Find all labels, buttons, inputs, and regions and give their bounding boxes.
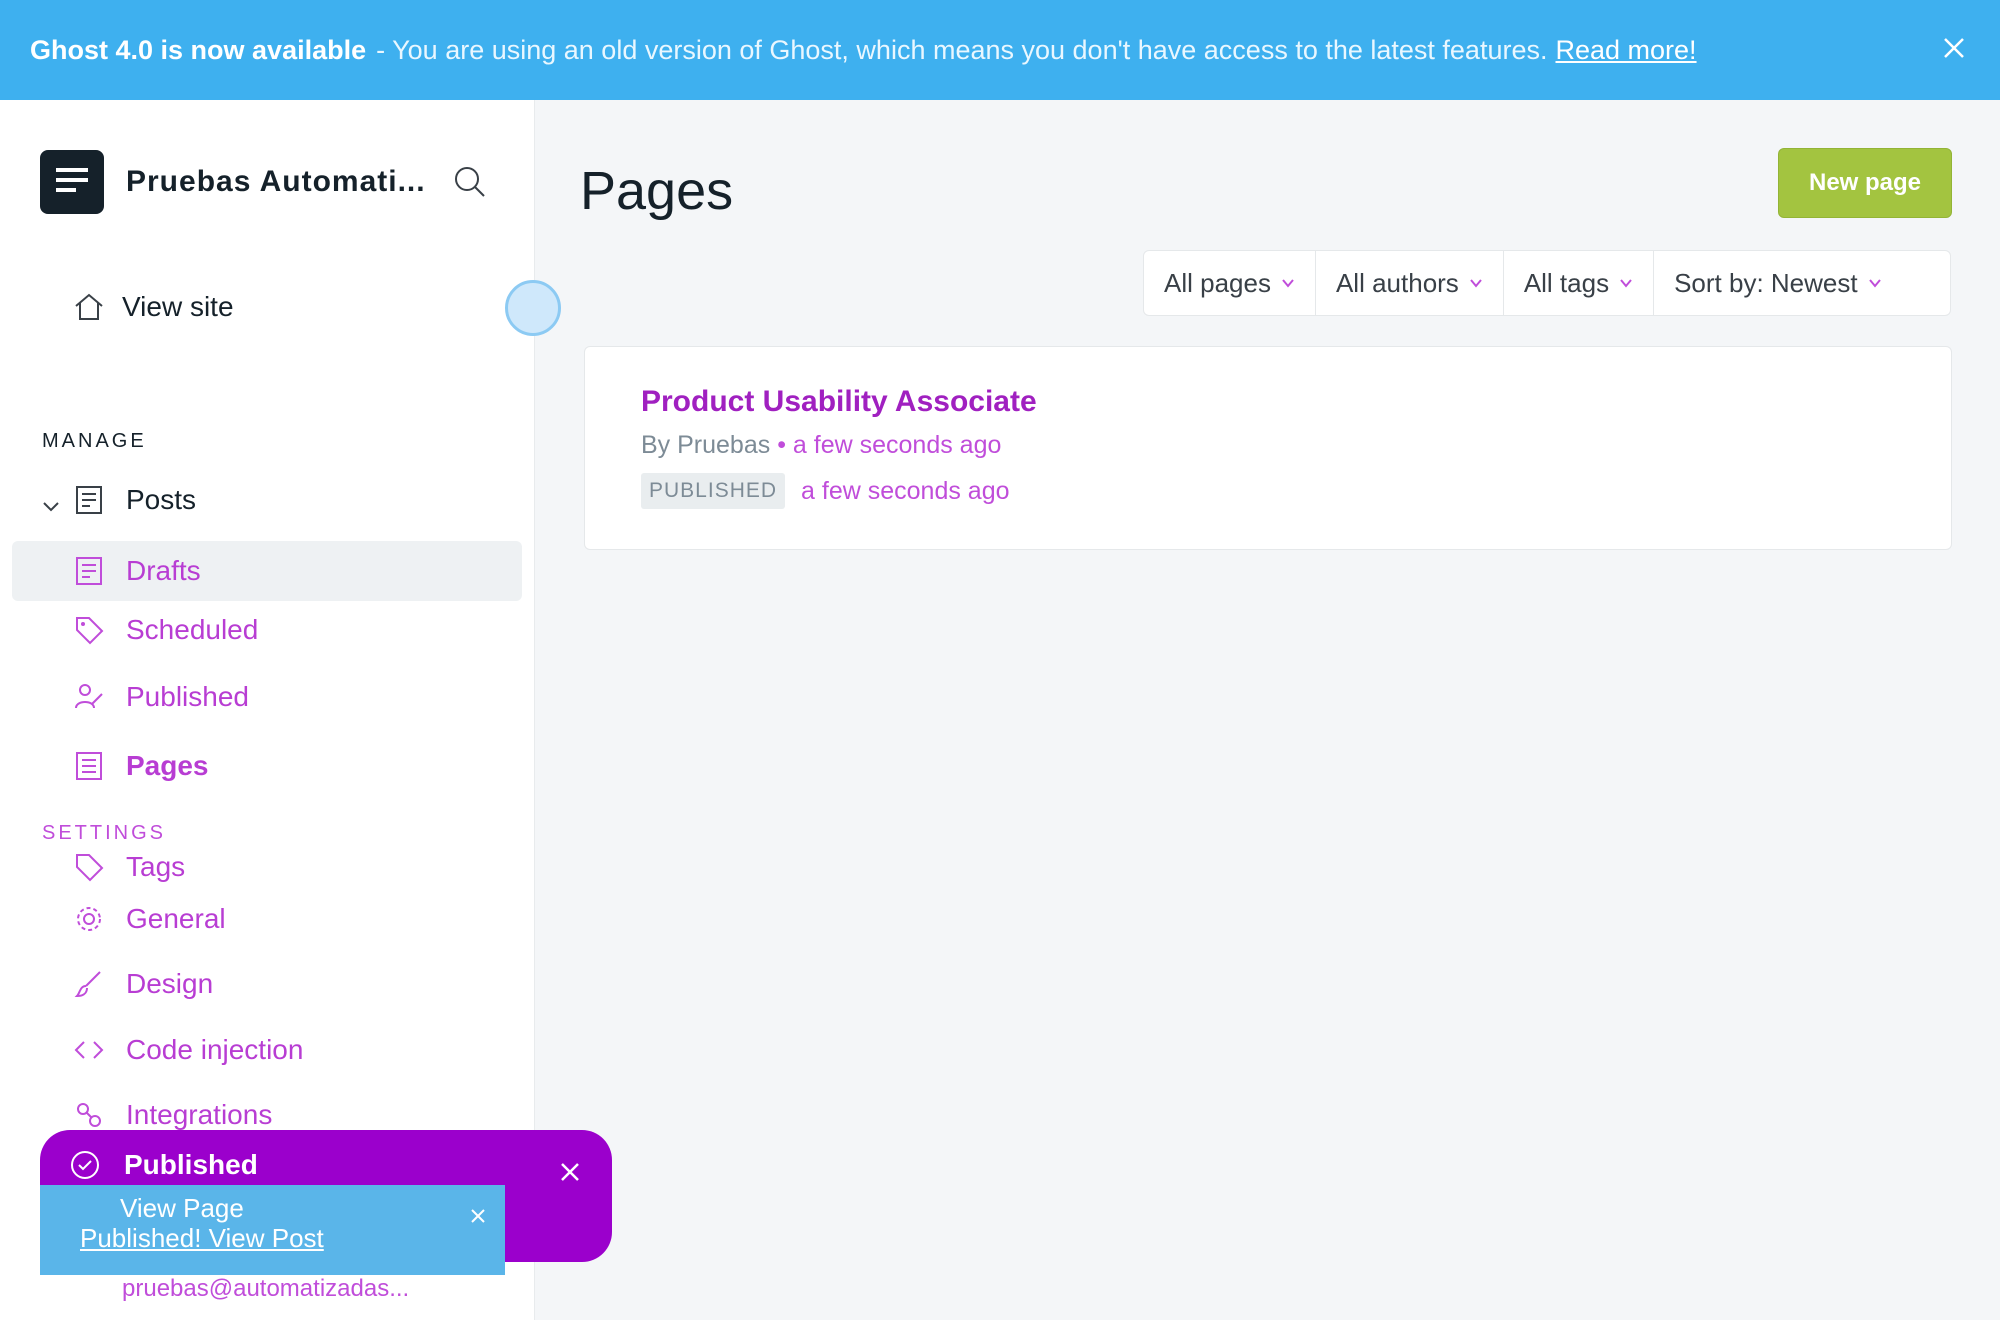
page-item-time: a few seconds ago: [792, 431, 1002, 459]
sidebar-item-tags[interactable]: Tags: [72, 845, 185, 889]
tag-icon: [72, 613, 106, 647]
banner-message: - You are using an old version of Ghost,…: [376, 34, 1548, 65]
sidebar-item-label: Design: [126, 968, 214, 999]
toast-header: Published: [68, 1148, 258, 1182]
page-title: Pages: [580, 161, 734, 221]
chevron-down-icon: [1620, 279, 1632, 288]
sidebar-item-pages[interactable]: Pages: [72, 744, 209, 788]
meta-separator: •: [777, 431, 786, 459]
sidebar-item-label: Scheduled: [126, 614, 259, 645]
banner-close-icon[interactable]: [1936, 30, 1972, 66]
toast-close-icon[interactable]: [558, 1160, 582, 1184]
sort-dropdown[interactable]: Sort by: Newest: [1654, 251, 1902, 315]
chevron-down-icon: [1868, 279, 1881, 288]
page-item-status: PUBLISHED a few seconds ago: [641, 473, 1010, 509]
pages-icon: [72, 749, 106, 783]
banner-read-more-link[interactable]: Read more!: [1555, 35, 1696, 66]
view-post-link[interactable]: Published! View Post: [80, 1223, 324, 1254]
view-site-label: View site: [122, 291, 234, 322]
page-item-author: By Pruebas: [641, 431, 771, 459]
new-page-button[interactable]: New page: [1778, 148, 1952, 218]
sidebar-item-label: Drafts: [126, 555, 201, 586]
home-icon: [72, 290, 106, 324]
toast-title: Published: [124, 1149, 258, 1180]
filter-label: All tags: [1523, 267, 1610, 298]
manage-section-label: MANAGE: [42, 430, 147, 452]
filter-author-dropdown[interactable]: All authors: [1316, 251, 1504, 315]
banner-title: Ghost 4.0 is now available: [30, 34, 367, 65]
sidebar-item-label: Pages: [126, 750, 209, 781]
sidebar-item-drafts[interactable]: Drafts: [12, 541, 522, 601]
sidebar-item-label: General: [126, 903, 226, 934]
filter-type-dropdown[interactable]: All pages: [1144, 251, 1316, 315]
integrations-icon: [72, 1098, 106, 1132]
brush-icon: [72, 967, 106, 1001]
filter-tag-dropdown[interactable]: All tags: [1504, 251, 1655, 315]
sidebar-item-label: Integrations: [126, 1099, 273, 1130]
filter-bar: All pages All authors All tags Sort by: …: [1143, 250, 1951, 316]
list-item[interactable]: Product Usability Associate By Pruebas •…: [584, 346, 1952, 550]
sidebar-item-label: Code injection: [126, 1034, 304, 1065]
code-icon: [72, 1033, 106, 1067]
search-icon[interactable]: [450, 162, 490, 202]
published-notification: View Page Published! View Post: [40, 1185, 505, 1275]
chevron-down-icon[interactable]: [40, 495, 62, 517]
filter-label: All pages: [1164, 267, 1271, 298]
posts-icon: [72, 483, 106, 517]
blog-header[interactable]: Pruebas Automati...: [40, 150, 500, 214]
blog-title: Pruebas Automati...: [126, 165, 426, 198]
sidebar-item-label: Posts: [126, 484, 197, 515]
upgrade-banner: Ghost 4.0 is now available - You are usi…: [0, 0, 2000, 100]
filter-label: Sort by: Newest: [1674, 267, 1858, 298]
sidebar-item-design[interactable]: Design: [72, 962, 213, 1006]
filter-label: All authors: [1335, 267, 1459, 298]
view-site-link[interactable]: View site: [72, 290, 234, 324]
sidebar-item-posts[interactable]: Posts: [72, 478, 196, 522]
tag-icon: [72, 850, 106, 884]
globe-icon[interactable]: [505, 280, 561, 336]
gear-icon: [72, 902, 106, 936]
page-item-title[interactable]: Product Usability Associate: [641, 385, 1037, 419]
sidebar-item-general[interactable]: General: [72, 897, 226, 941]
notification-text: View Page: [120, 1193, 244, 1223]
settings-section-label: SETTINGS: [42, 822, 167, 844]
staff-icon: [72, 680, 106, 714]
sidebar-item-code-injection[interactable]: Code injection: [72, 1028, 303, 1072]
status-badge: PUBLISHED: [641, 473, 786, 509]
blog-logo: [40, 150, 104, 214]
sidebar-item-label: Tags: [126, 851, 186, 882]
page-item-meta: By Pruebas • a few seconds ago: [641, 431, 1001, 460]
status-time: a few seconds ago: [801, 476, 1010, 505]
user-email[interactable]: pruebas@automatizadas...: [122, 1275, 409, 1303]
check-circle-icon: [68, 1148, 102, 1182]
sidebar-item-label: Published: [126, 681, 249, 712]
notification-close-icon[interactable]: [469, 1201, 487, 1223]
drafts-icon: [72, 554, 106, 588]
sidebar-item-scheduled[interactable]: Scheduled: [72, 608, 258, 652]
chevron-down-icon: [1282, 279, 1294, 288]
sidebar-item-published[interactable]: Published: [72, 675, 249, 719]
chevron-down-icon: [1470, 279, 1482, 288]
